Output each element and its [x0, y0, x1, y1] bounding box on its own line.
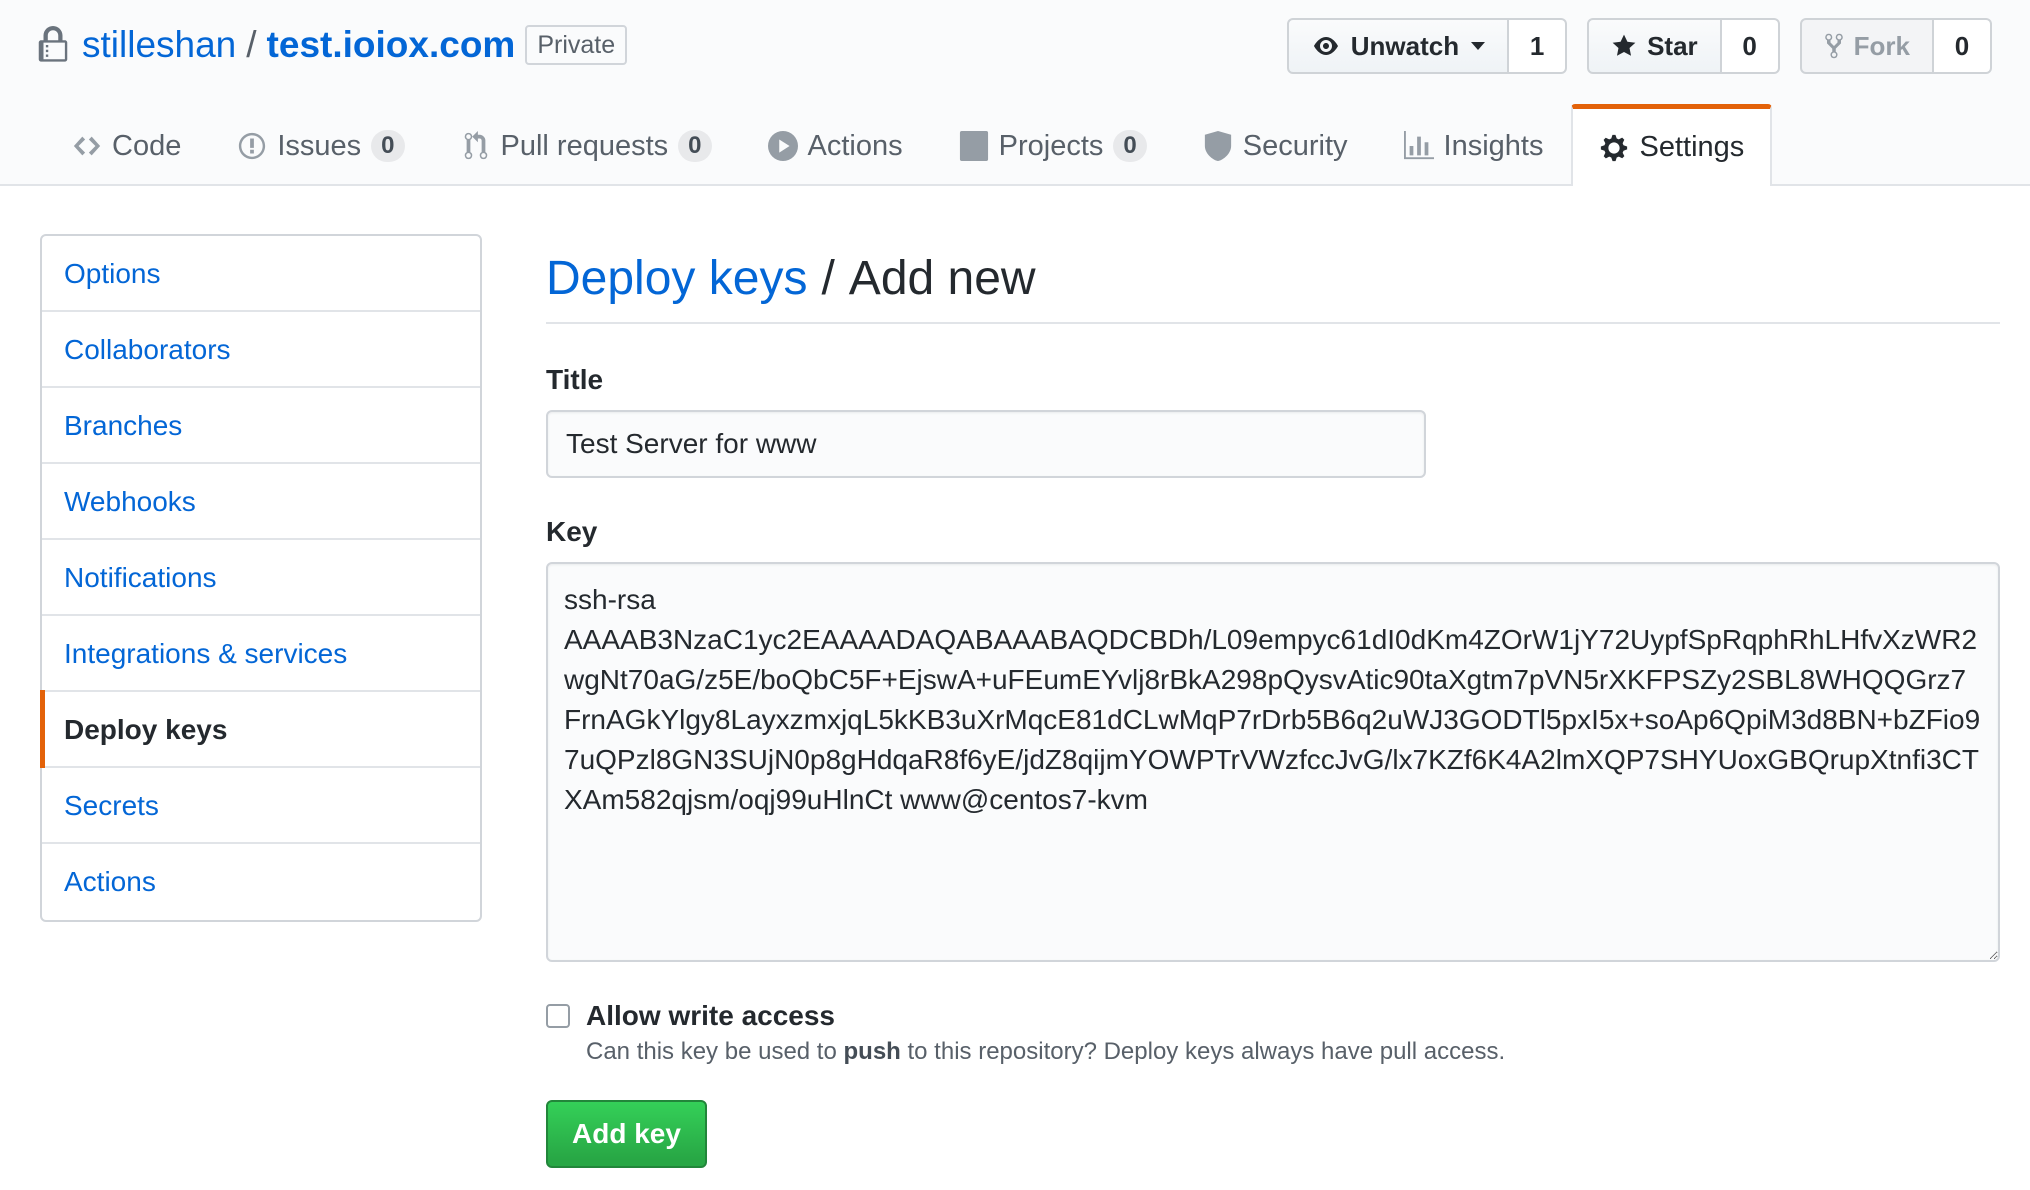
forks-count[interactable]: 0 — [1934, 18, 1992, 74]
star-button[interactable]: Star — [1587, 18, 1722, 74]
sidebar-item-options[interactable]: Options — [42, 236, 480, 312]
chevron-down-icon — [1471, 42, 1486, 50]
stars-count[interactable]: 0 — [1721, 18, 1780, 74]
tab-pull-requests[interactable]: Pull requests 0 — [433, 104, 740, 186]
sidebar-item-secrets[interactable]: Secrets — [42, 768, 480, 844]
lock-icon — [38, 26, 68, 62]
graph-icon — [1403, 131, 1434, 160]
unwatch-label: Unwatch — [1350, 30, 1460, 61]
note-bold: push — [843, 1038, 901, 1065]
fork-label: Fork — [1853, 30, 1910, 61]
settings-sidebar: Options Collaborators Branches Webhooks … — [40, 234, 482, 922]
fork-button[interactable]: Fork — [1799, 18, 1934, 74]
repo-owner-link[interactable]: stilleshan — [82, 24, 236, 66]
note-suffix: to this repository? Deploy keys always h… — [907, 1038, 1506, 1065]
projects-counter: 0 — [1113, 130, 1147, 162]
tab-projects[interactable]: Projects 0 — [931, 104, 1175, 186]
play-icon — [767, 131, 798, 161]
gear-icon — [1601, 134, 1628, 161]
tab-pull-requests-label: Pull requests — [500, 129, 669, 162]
repo-title: stilleshan / test.ioiox.com Private — [38, 22, 628, 68]
page-title: Deploy keys / Add new — [546, 234, 2000, 324]
repo-path-separator: / — [246, 24, 257, 65]
write-access-row: Allow write access — [546, 1000, 835, 1032]
unwatch-button[interactable]: Unwatch — [1286, 18, 1510, 74]
tab-settings[interactable]: Settings — [1571, 104, 1773, 188]
deploy-keys-breadcrumb-link[interactable]: Deploy keys — [546, 251, 807, 306]
sidebar-item-notifications[interactable]: Notifications — [42, 540, 480, 616]
pull-requests-counter: 0 — [678, 130, 712, 162]
shield-icon — [1204, 131, 1231, 161]
page-title-text: Add new — [848, 251, 1036, 305]
tab-actions-label: Actions — [807, 129, 903, 162]
visibility-badge: Private — [525, 25, 628, 65]
sidebar-item-deploy-keys[interactable]: Deploy keys — [40, 690, 480, 768]
eye-icon — [1313, 37, 1338, 55]
star-icon — [1612, 34, 1636, 56]
sidebar-item-integrations[interactable]: Integrations & services — [42, 616, 480, 692]
project-icon — [959, 131, 988, 161]
sidebar-item-actions[interactable]: Actions — [42, 844, 480, 920]
tab-issues-label: Issues — [277, 129, 362, 162]
watch-button-group: Unwatch 1 — [1286, 18, 1568, 74]
sidebar-item-collaborators[interactable]: Collaborators — [42, 312, 480, 388]
watchers-count[interactable]: 1 — [1509, 18, 1568, 74]
tab-actions[interactable]: Actions — [740, 104, 931, 186]
tab-security[interactable]: Security — [1175, 104, 1376, 186]
repo-actions: Unwatch 1 Star 0 Fork 0 — [1286, 18, 1992, 74]
write-access-note: Can this key be used to push to this rep… — [586, 1038, 1505, 1066]
deploy-key-form: Deploy keys / Add new Title Key ssh-rsa … — [546, 234, 2000, 1168]
tab-code-label: Code — [112, 129, 182, 162]
tab-insights[interactable]: Insights — [1376, 104, 1572, 186]
tab-insights-label: Insights — [1443, 129, 1544, 162]
fork-icon — [1824, 33, 1843, 59]
fork-button-group: Fork 0 — [1799, 18, 1992, 74]
tab-code[interactable]: Code — [44, 104, 209, 186]
note-prefix: Can this key be used to — [586, 1038, 837, 1065]
sidebar-item-branches[interactable]: Branches — [42, 388, 480, 464]
star-button-group: Star 0 — [1587, 18, 1780, 74]
code-icon — [73, 136, 101, 156]
breadcrumb-separator: / — [821, 251, 835, 305]
issues-counter: 0 — [371, 130, 405, 162]
tab-settings-label: Settings — [1639, 131, 1745, 163]
repo-header: stilleshan / test.ioiox.com Private Unwa… — [0, 0, 2030, 188]
pull-request-icon — [464, 131, 487, 160]
tab-security-label: Security — [1242, 129, 1348, 162]
key-label: Key — [546, 516, 598, 547]
title-label: Title — [546, 364, 604, 395]
title-input[interactable] — [546, 410, 1426, 478]
star-label: Star — [1647, 30, 1698, 61]
write-access-checkbox[interactable] — [546, 1004, 570, 1028]
issue-icon — [239, 132, 266, 160]
add-key-button[interactable]: Add key — [546, 1100, 707, 1168]
sidebar-item-webhooks[interactable]: Webhooks — [42, 464, 480, 540]
tab-issues[interactable]: Issues 0 — [209, 104, 432, 186]
repo-nav-tabs: Code Issues 0 Pull requests 0 Actions Pr… — [44, 104, 1773, 188]
key-textarea[interactable]: ssh-rsa AAAAB3NzaC1yc2EAAAADAQABAAABAQDC… — [546, 562, 2000, 962]
repo-name-link[interactable]: test.ioiox.com — [267, 24, 516, 66]
tab-projects-label: Projects — [998, 129, 1104, 162]
write-access-label[interactable]: Allow write access — [586, 1000, 835, 1032]
